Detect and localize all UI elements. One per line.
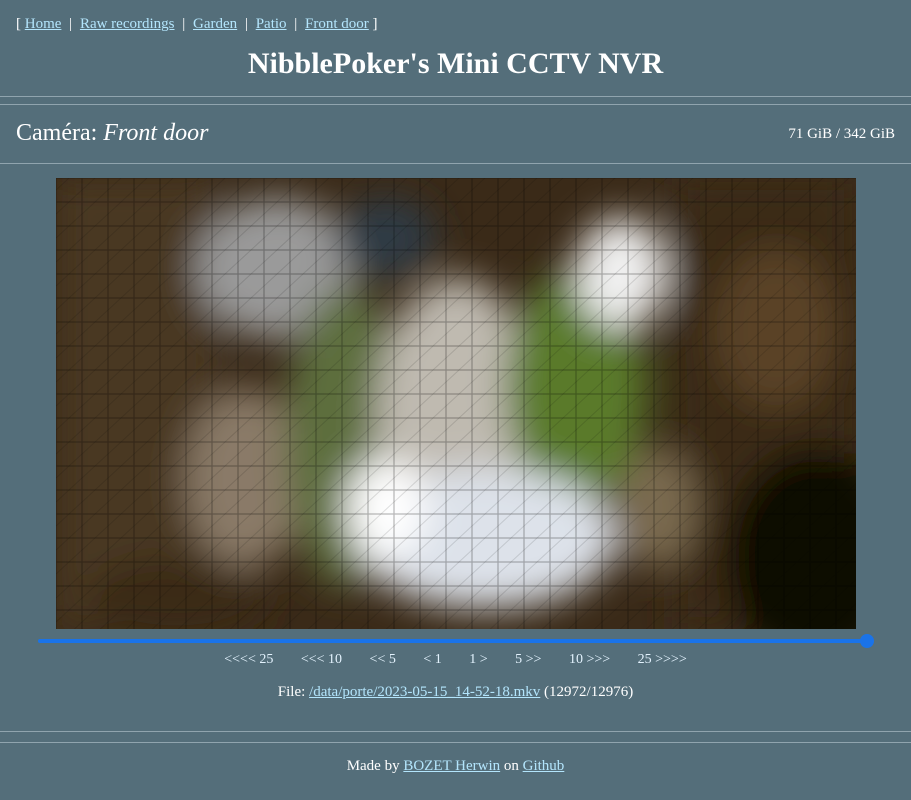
camera-title: Caméra: Front door	[16, 118, 208, 148]
nav-link-front-door[interactable]: Front door	[305, 16, 369, 32]
nav-close-bracket: ]	[372, 16, 378, 32]
file-link[interactable]: /data/porte/2023-05-15_14-52-18.mkv	[309, 684, 540, 700]
step-back-25-button[interactable]: <<<< 25	[224, 650, 273, 670]
nav-separator: |	[69, 16, 73, 32]
file-prefix: File:	[277, 684, 306, 700]
nav-separator: |	[244, 16, 248, 32]
site-title: NibblePoker's Mini CCTV NVR	[247, 47, 664, 80]
nav-link-raw-recordings[interactable]: Raw recordings	[80, 16, 175, 32]
step-controls: <<<< 25 <<< 10 << 5 < 1 1 > 5 >> 10 >>> …	[0, 650, 911, 670]
divider	[0, 742, 911, 743]
footer: Made by BOZET Herwin on Github	[0, 756, 911, 776]
step-forward-1-button[interactable]: 1 >	[469, 650, 487, 670]
nav-open-bracket: [	[16, 16, 21, 32]
divider	[0, 731, 911, 732]
nav-separator: |	[182, 16, 186, 32]
footer-made-by: Made by	[346, 758, 400, 774]
file-counter: (12972/12976)	[544, 684, 634, 700]
storage-usage: 71 GiB / 342 GiB	[788, 126, 895, 142]
nav-separator: |	[294, 16, 298, 32]
step-forward-10-button[interactable]: 10 >>>	[569, 650, 610, 670]
camera-title-prefix: Caméra:	[16, 120, 98, 146]
file-info: File: /data/porte/2023-05-15_14-52-18.mk…	[0, 682, 911, 702]
step-back-10-button[interactable]: <<< 10	[301, 650, 342, 670]
footer-github-link[interactable]: Github	[523, 758, 565, 774]
seek-thumb[interactable]	[859, 634, 874, 648]
footer-on: on	[503, 758, 519, 774]
camera-video-image	[56, 178, 856, 629]
step-forward-5-button[interactable]: 5 >>	[515, 650, 541, 670]
footer-author-link[interactable]: BOZET Herwin	[403, 758, 500, 774]
step-back-5-button[interactable]: << 5	[370, 650, 396, 670]
nav-link-patio[interactable]: Patio	[256, 16, 287, 32]
step-back-1-button[interactable]: < 1	[423, 650, 441, 670]
seek-track[interactable]	[38, 639, 874, 643]
top-nav: [ Home | Raw recordings | Garden | Patio…	[16, 14, 378, 34]
seek-slider[interactable]	[38, 632, 874, 650]
camera-video-frame[interactable]	[56, 178, 856, 629]
nav-link-garden[interactable]: Garden	[193, 16, 237, 32]
divider	[0, 163, 911, 164]
camera-name: Front door	[103, 120, 209, 146]
nav-link-home[interactable]: Home	[25, 16, 62, 32]
divider	[0, 104, 911, 105]
step-forward-25-button[interactable]: 25 >>>>	[638, 650, 687, 670]
divider	[0, 96, 911, 97]
